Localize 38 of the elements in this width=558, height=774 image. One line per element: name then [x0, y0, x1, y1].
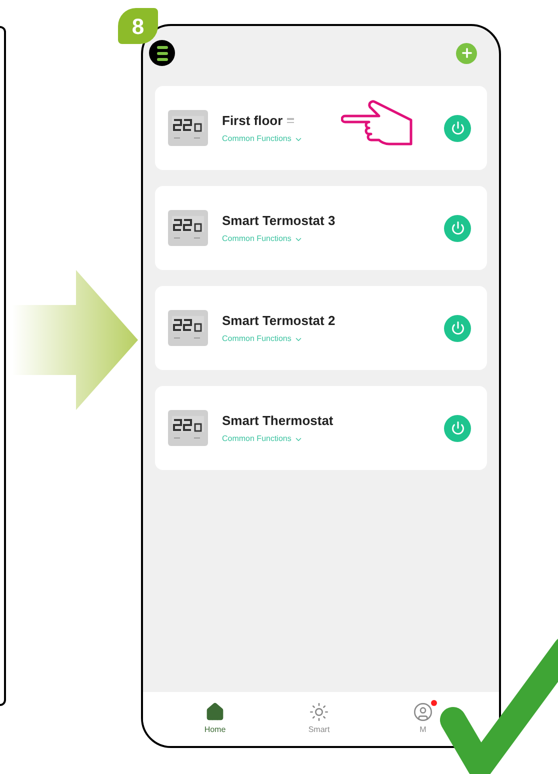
device-card[interactable]: First floor Common Functions	[155, 86, 487, 170]
device-card[interactable]: Smart Termostat 2 Common Functions	[155, 286, 487, 370]
nav-tab[interactable]: Home	[185, 702, 245, 736]
power-button[interactable]	[444, 114, 471, 142]
common-functions-link[interactable]: Common Functions	[222, 333, 336, 346]
power-icon	[450, 121, 464, 135]
common-functions-link[interactable]: Common Functions	[222, 233, 336, 246]
nav-label: M	[420, 724, 426, 736]
common-functions-link[interactable]: Common Functions	[222, 133, 304, 146]
nav-label: Smart	[308, 724, 330, 736]
common-functions-link[interactable]: Common Functions	[222, 433, 334, 446]
device-name: First floor	[222, 112, 283, 130]
device-card[interactable]: Smart Termostat 3 Common Functions	[155, 186, 487, 270]
user-icon	[413, 702, 433, 722]
device-name: Smart Termostat 2	[222, 312, 336, 330]
thermostat-thumbnail-icon	[168, 410, 208, 446]
power-icon	[450, 421, 464, 435]
add-button[interactable]	[456, 42, 477, 64]
home-icon	[205, 702, 225, 722]
device-name: Smart Termostat 3	[222, 212, 336, 230]
nav-label: Home	[204, 724, 226, 736]
power-icon	[450, 221, 464, 235]
thermostat-thumbnail-icon	[168, 210, 208, 246]
nav-tab[interactable]: Smart	[289, 702, 349, 736]
power-button[interactable]	[444, 414, 471, 442]
step-badge: 8	[118, 8, 158, 44]
add-icon	[460, 46, 474, 60]
power-button[interactable]	[444, 214, 471, 242]
nav-tab[interactable]: M	[393, 702, 453, 736]
power-icon	[450, 321, 464, 335]
thermostat-thumbnail-icon	[168, 310, 208, 346]
thermostat-thumbnail-icon	[168, 110, 208, 146]
device-card[interactable]: Smart Thermostat Common Functions	[155, 386, 487, 470]
device-name: Smart Thermostat	[222, 412, 334, 430]
menu-button[interactable]	[149, 40, 175, 66]
check-mark-icon	[440, 636, 558, 774]
power-button[interactable]	[444, 314, 471, 342]
sun-icon	[309, 702, 329, 722]
